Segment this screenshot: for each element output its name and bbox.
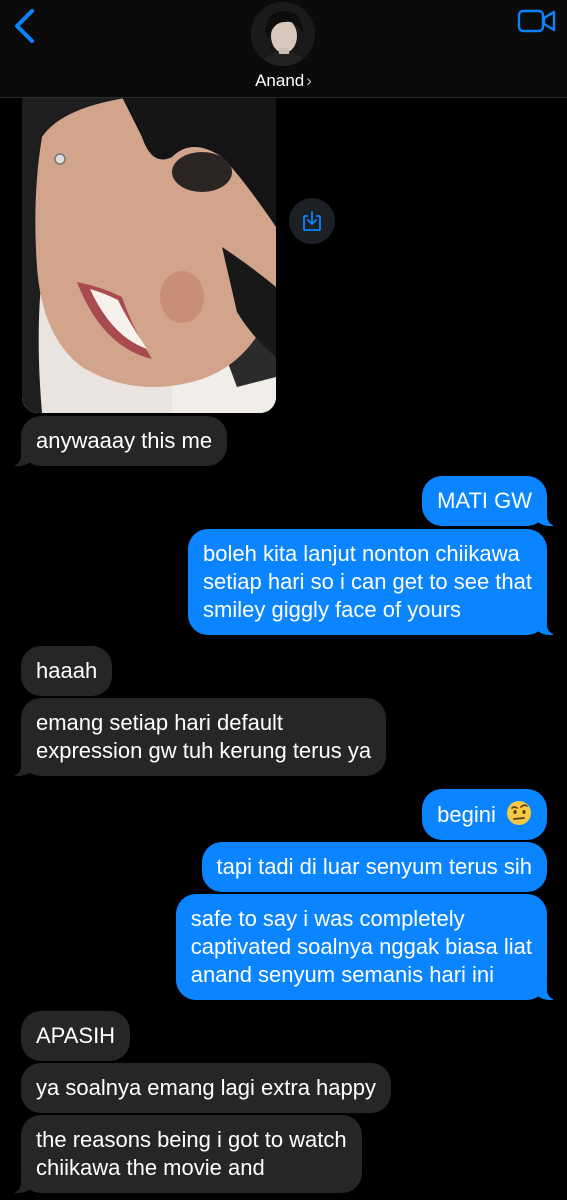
chevron-right-icon: ›	[306, 71, 312, 90]
conversation-header: Anand ›	[0, 0, 567, 98]
message-text: MATI GW	[437, 488, 532, 513]
outgoing-message[interactable]: tapi tadi di luar senyum terus sih	[201, 842, 547, 892]
outgoing-message[interactable]: begini	[422, 789, 547, 840]
outgoing-message[interactable]: safe to say i was completely captivated …	[175, 894, 558, 1000]
incoming-message[interactable]: anywaaay this me	[10, 416, 228, 466]
message-text: tapi tadi di luar senyum terus sih	[216, 854, 533, 879]
photo-message[interactable]	[22, 97, 276, 413]
message-text: anand senyum semanis hari ini	[190, 962, 495, 987]
message-text: safe to say i was completely	[190, 906, 465, 931]
message-text: anywaaay this me	[36, 428, 213, 453]
message-text: smiley giggly face of yours	[203, 597, 462, 622]
message-text: emang setiap hari default	[36, 710, 284, 735]
outgoing-message[interactable]: MATI GW	[422, 476, 557, 526]
incoming-message[interactable]: emang setiap hari default expression gw …	[10, 698, 387, 776]
avatar-photo	[251, 2, 315, 66]
message-text: setiap hari so i can get to see that	[203, 569, 532, 594]
message-text: expression gw tuh kerung terus ya	[36, 738, 372, 763]
download-icon	[303, 211, 321, 231]
incoming-message[interactable]: the reasons being i got to watch chiikaw…	[11, 1115, 362, 1193]
message-text: chiikawa the movie and	[36, 1155, 265, 1180]
incoming-message[interactable]: ya soalnya emang lagi extra happy	[21, 1063, 391, 1113]
message-text: the reasons being i got to watch	[36, 1127, 347, 1152]
video-call-button[interactable]	[517, 8, 557, 34]
back-button[interactable]	[10, 8, 40, 44]
contact-name-button[interactable]: Anand ›	[0, 71, 567, 91]
outgoing-message[interactable]: boleh kita lanjut nonton chiikawa setiap…	[188, 529, 557, 635]
message-text: haaah	[36, 658, 98, 683]
contact-avatar[interactable]	[251, 2, 315, 66]
chevron-left-icon	[15, 9, 34, 43]
face-with-raised-eyebrow-icon	[507, 801, 531, 825]
message-text: ya soalnya emang lagi extra happy	[36, 1075, 376, 1100]
message-text: captivated soalnya nggak biasa liat	[190, 934, 532, 959]
save-photo-button[interactable]	[289, 198, 335, 244]
contact-name: Anand	[255, 71, 305, 90]
message-text: boleh kita lanjut nonton chiikawa	[203, 541, 520, 566]
incoming-message[interactable]: haaah	[21, 646, 113, 696]
incoming-message[interactable]: APASIH	[21, 1011, 131, 1061]
selfie-photo	[22, 97, 276, 413]
video-camera-icon	[517, 9, 556, 33]
message-text: APASIH	[36, 1023, 116, 1048]
message-text: begini	[437, 802, 496, 827]
